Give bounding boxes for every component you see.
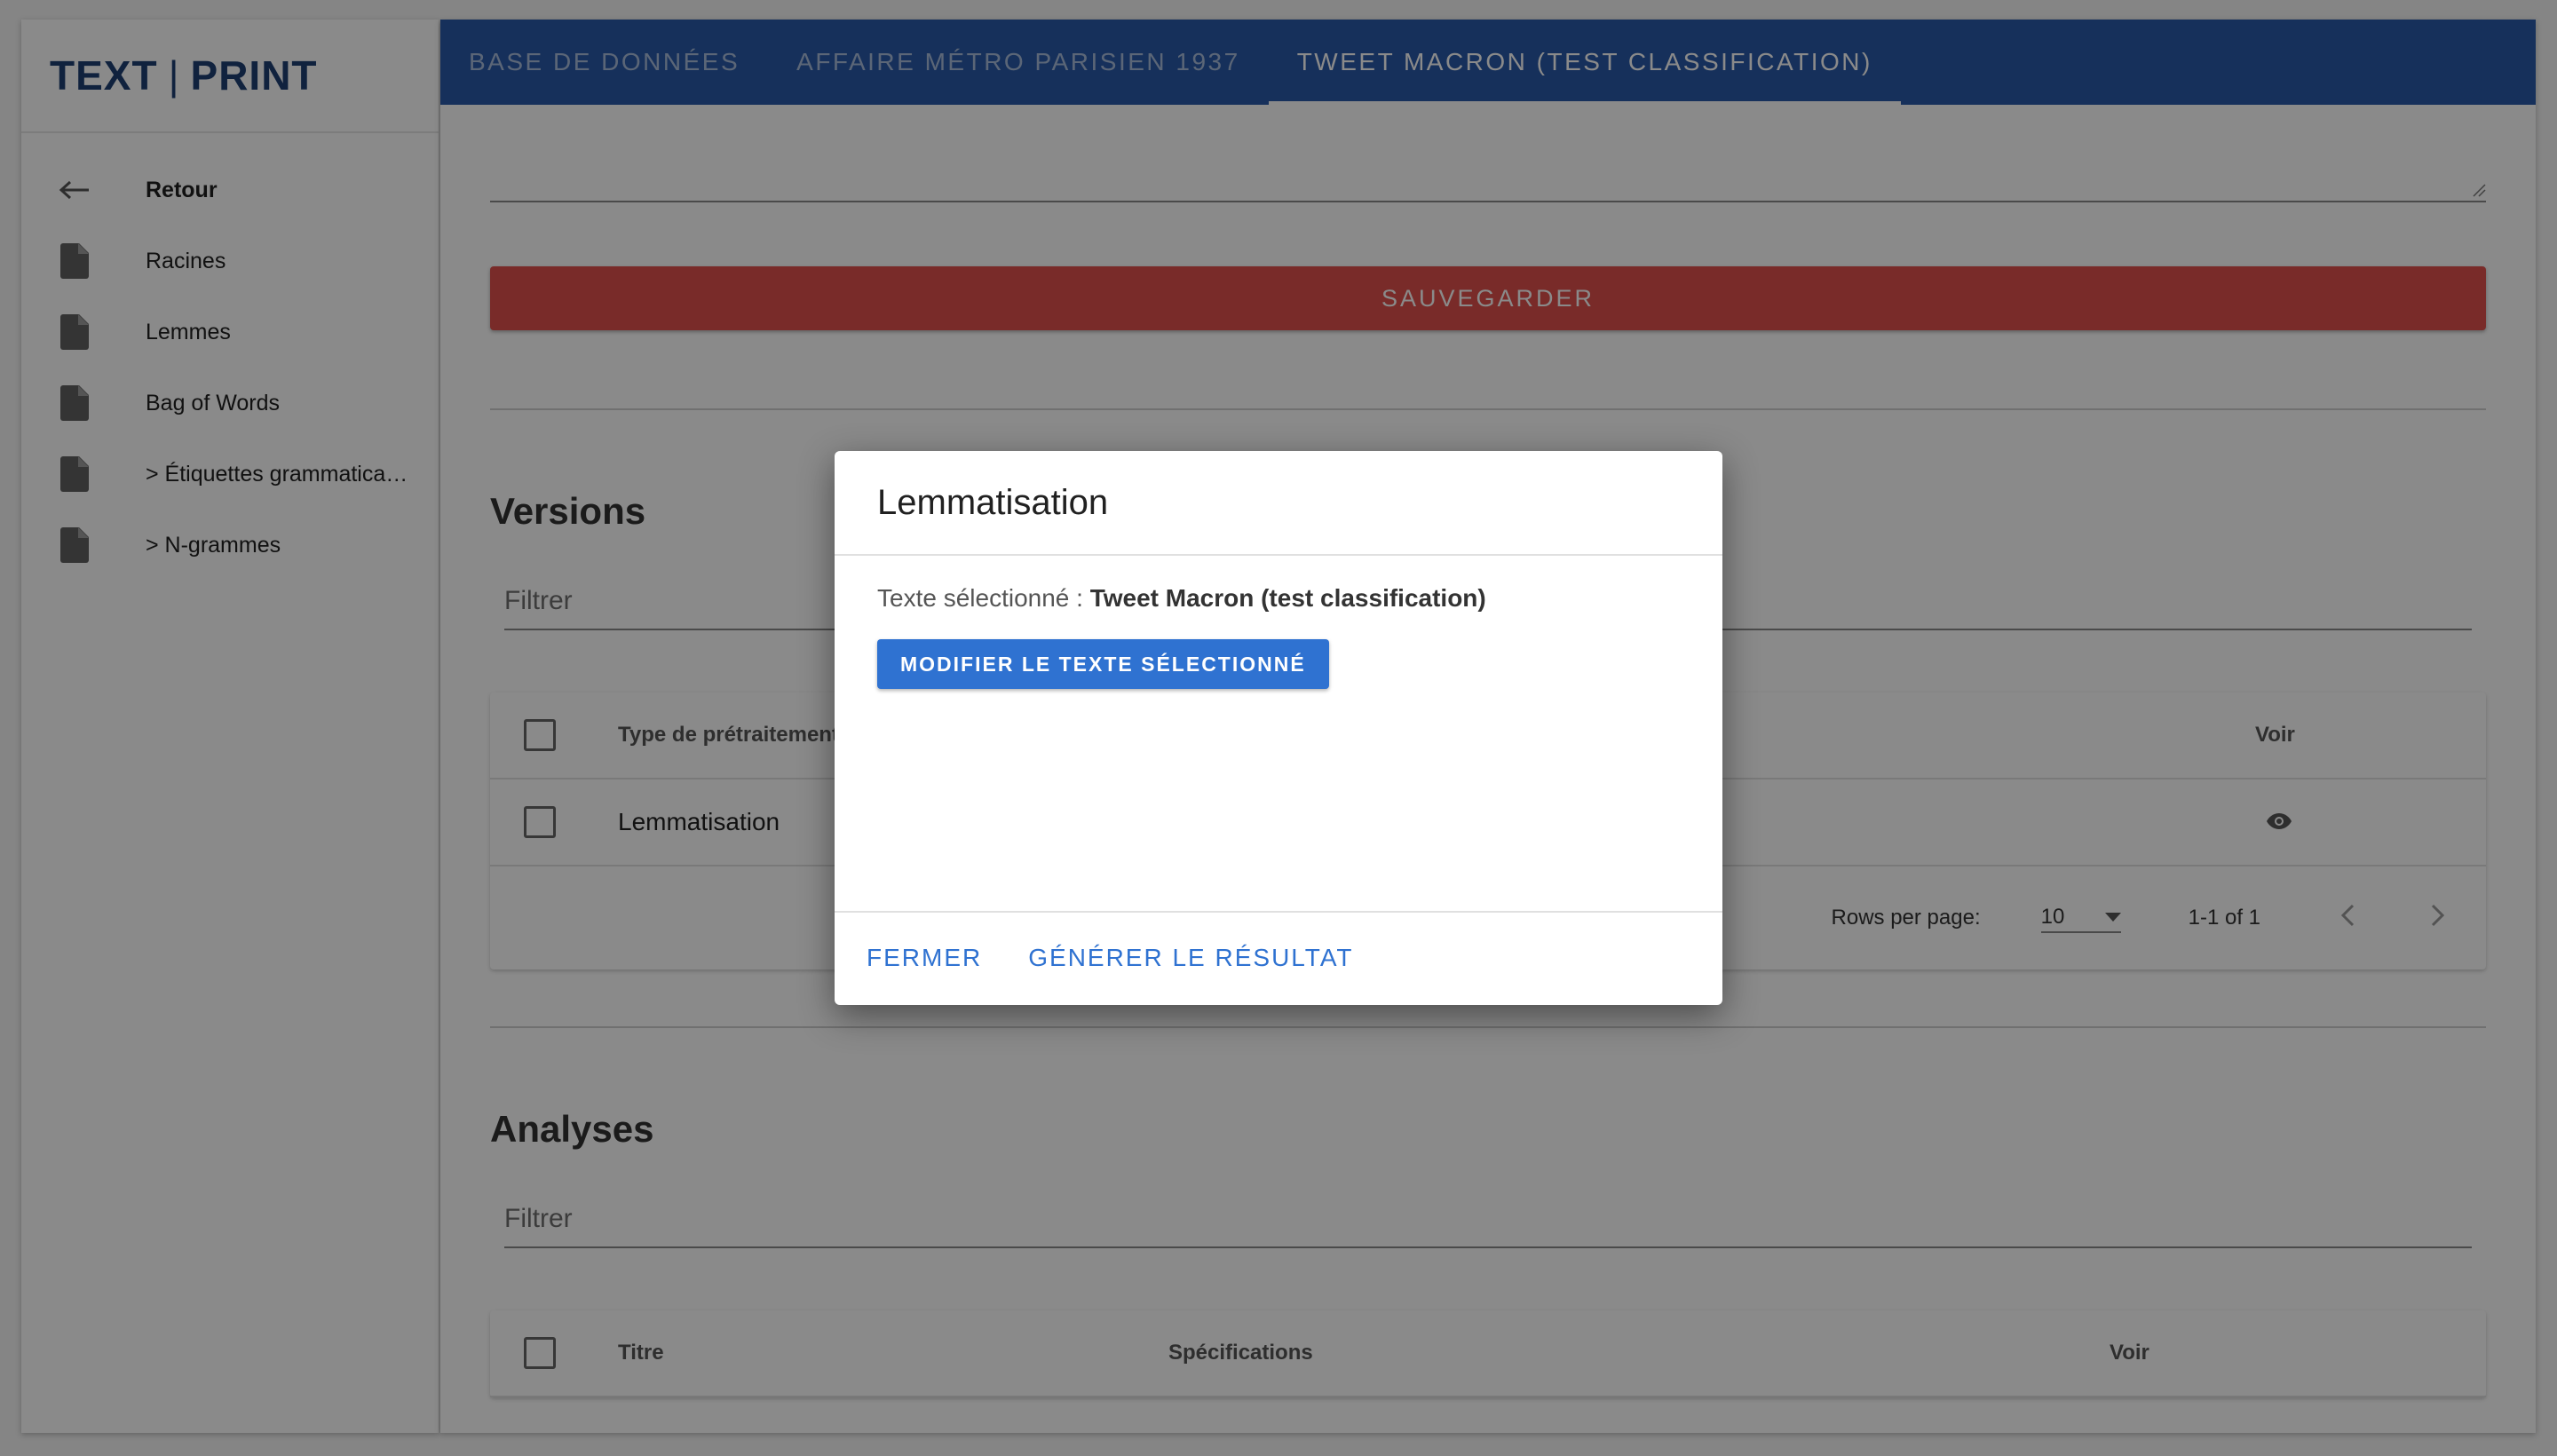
selected-text-line: Texte sélectionné : Tweet Macron (test c… [877, 584, 1680, 613]
selected-text-label: Texte sélectionné : [877, 584, 1090, 612]
dialog-actions: FERMER GÉNÉRER LE RÉSULTAT [835, 911, 1722, 1003]
lemmatisation-dialog: Lemmatisation Texte sélectionné : Tweet … [835, 451, 1722, 1005]
selected-text-value: Tweet Macron (test classification) [1089, 584, 1486, 612]
dialog-title: Lemmatisation [835, 451, 1722, 556]
generate-result-button[interactable]: GÉNÉRER LE RÉSULTAT [1017, 931, 1364, 985]
close-button[interactable]: FERMER [856, 931, 993, 985]
dialog-body: Texte sélectionné : Tweet Macron (test c… [835, 556, 1722, 911]
modify-text-button[interactable]: MODIFIER LE TEXTE SÉLECTIONNÉ [877, 639, 1329, 689]
